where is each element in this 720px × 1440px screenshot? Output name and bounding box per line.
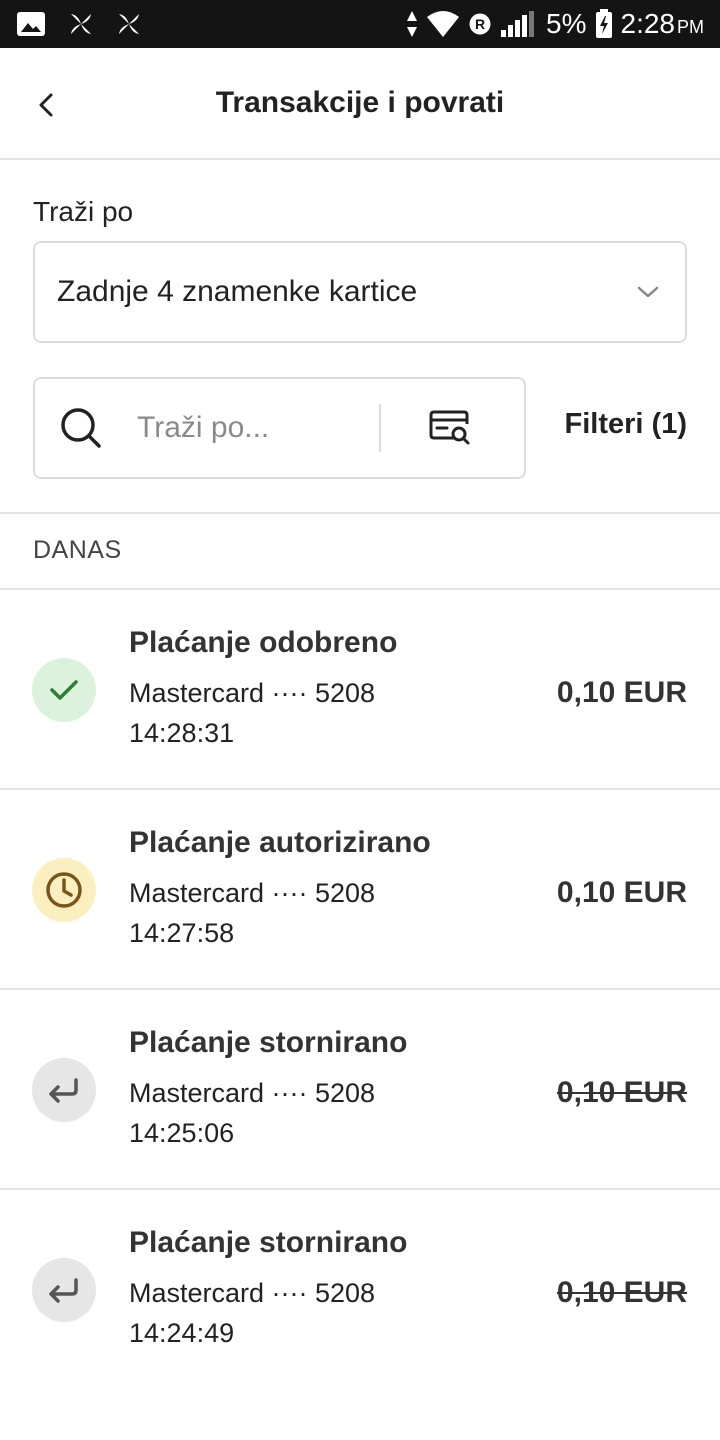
data-arrows-icon: [407, 11, 418, 37]
status-icon-reversed: [32, 1258, 96, 1322]
roaming-r-icon: R: [469, 13, 491, 35]
search-by-dropdown-value: Zadnje 4 znamenke kartice: [57, 275, 418, 308]
clock-icon: [46, 872, 82, 908]
transaction-card: Mastercard ···· 5208: [129, 878, 376, 908]
transaction-row[interactable]: Plaćanje autorizirano Mastercard ···· 52…: [0, 790, 720, 990]
svg-text:R: R: [475, 16, 485, 32]
wifi-icon: [427, 11, 460, 37]
transaction-row[interactable]: Plaćanje stornirano Mastercard ···· 5208…: [0, 990, 720, 1190]
status-icon-authorized: [32, 858, 96, 922]
return-arrow-icon: [49, 1078, 78, 1103]
chevron-down-icon: [633, 277, 663, 307]
transaction-title: Plaćanje autorizirano: [129, 826, 431, 859]
transaction-time: 14:24:49: [129, 1318, 235, 1348]
search-input[interactable]: [137, 398, 373, 458]
transaction-row[interactable]: Plaćanje odobreno Mastercard ···· 5208 1…: [0, 590, 720, 790]
battery-charging-icon: [595, 9, 612, 38]
search-divider: [379, 404, 381, 452]
back-button[interactable]: [26, 84, 68, 126]
status-icon-reversed: [32, 1058, 96, 1122]
status-icon-approved: [32, 658, 96, 722]
status-bar: R 5% 2:28 PM: [0, 0, 720, 48]
search-icon: [57, 404, 105, 452]
search-box: [33, 377, 526, 479]
transaction-title: Plaćanje stornirano: [129, 1026, 408, 1059]
clock-ampm: PM: [677, 17, 704, 37]
status-bar-system: R 5% 2:28 PM: [406, 8, 704, 40]
transaction-row[interactable]: Plaćanje stornirano Mastercard ···· 5208…: [0, 1190, 720, 1390]
section-header-today: DANAS: [33, 536, 122, 564]
transaction-amount: 0,10 EUR: [556, 676, 687, 709]
transaction-time: 14:27:58: [129, 918, 235, 948]
clock: 2:28 PM: [621, 8, 705, 40]
transaction-title: Plaćanje odobreno: [129, 626, 398, 659]
transaction-amount: 0,10 EUR: [556, 1076, 687, 1109]
app-header: Transakcije i povrati: [0, 48, 720, 160]
transaction-amount: 0,10 EUR: [556, 1276, 687, 1309]
pinwheel-icon: [119, 14, 139, 34]
battery-percent: 5%: [546, 8, 587, 39]
transaction-list: Plaćanje odobreno Mastercard ···· 5208 1…: [0, 590, 720, 1390]
transaction-time: 14:25:06: [129, 1118, 235, 1148]
clock-time: 2:28: [620, 8, 676, 39]
search-by-dropdown[interactable]: Zadnje 4 znamenke kartice: [33, 241, 687, 343]
status-bar-notifications: [16, 11, 142, 37]
transaction-card: Mastercard ···· 5208: [129, 678, 376, 708]
card-search-icon[interactable]: [425, 403, 475, 453]
check-icon: [50, 680, 78, 700]
divider: [0, 512, 720, 514]
pinwheel-icon: [71, 14, 91, 34]
transaction-time: 14:28:31: [129, 718, 235, 748]
search-by-label: Traži po: [33, 196, 134, 227]
transaction-card: Mastercard ···· 5208: [129, 1078, 376, 1108]
page-title: Transakcije i povrati: [215, 86, 505, 119]
return-arrow-icon: [49, 1278, 78, 1303]
image-icon: [17, 12, 45, 36]
chevron-left-icon: [39, 93, 53, 117]
filters-button[interactable]: Filteri (1): [565, 408, 687, 441]
transaction-amount: 0,10 EUR: [556, 876, 687, 909]
signal-icon: [501, 11, 535, 37]
transaction-card: Mastercard ···· 5208: [129, 1278, 376, 1308]
transaction-title: Plaćanje stornirano: [129, 1226, 408, 1259]
